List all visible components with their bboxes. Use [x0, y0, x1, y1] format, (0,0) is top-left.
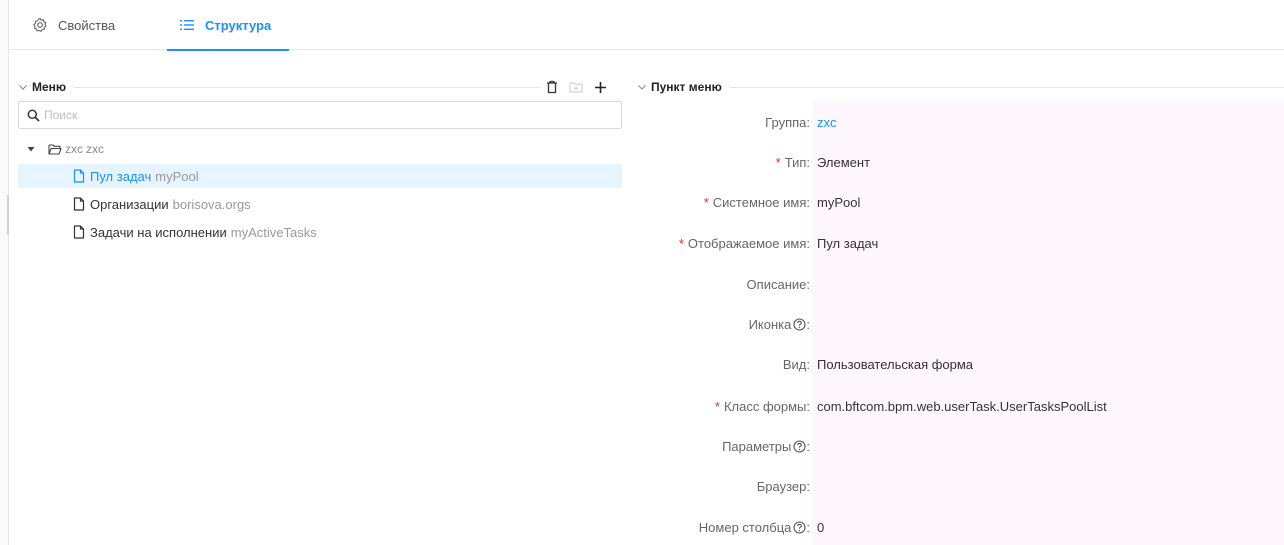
required-mark: *: [703, 194, 709, 210]
property-row: Иконка:: [637, 314, 1284, 334]
property-label-text: Описание: [746, 276, 807, 292]
property-label: Описание:: [637, 277, 810, 292]
add-item-button[interactable]: [591, 78, 609, 96]
property-value[interactable]: com.bftcom.bpm.web.userTask.UserTasksPoo…: [810, 399, 1107, 414]
search-box[interactable]: [18, 101, 622, 129]
menu-section-header[interactable]: Меню: [18, 79, 540, 95]
tree-item[interactable]: Организации borisova.orgs: [18, 192, 251, 216]
file-icon: [73, 197, 85, 211]
item-section-title: Пункт меню: [651, 80, 722, 94]
folder-add-icon: [569, 82, 583, 93]
tree-item[interactable]: Задачи на исполнении myActiveTasks: [18, 220, 317, 244]
property-value[interactable]: 0: [810, 520, 824, 535]
property-label-text: Браузер: [756, 478, 807, 494]
property-label-text: Параметры: [722, 438, 792, 454]
property-row: Номер столбца:0: [637, 517, 1284, 537]
label-colon: :: [806, 478, 810, 494]
property-label: * Отображаемое имя:: [637, 236, 810, 251]
property-label-text: Группа: [765, 114, 807, 130]
property-row: Браузер:: [637, 476, 1284, 496]
required-mark: *: [678, 235, 684, 251]
property-row: * Отображаемое имя: Пул задач: [637, 233, 1284, 253]
folder-open-icon: [48, 144, 62, 155]
tree-item-code: borisova.orgs: [172, 196, 251, 212]
delete-button[interactable]: [543, 78, 561, 96]
property-label-text: Иконка: [748, 316, 792, 332]
property-label-text: Номер столбца: [698, 519, 792, 535]
property-row: * Класс формы: com.bftcom.bpm.web.userTask…: [637, 396, 1284, 416]
add-folder-button[interactable]: [567, 78, 585, 96]
property-label: Браузер:: [637, 479, 810, 494]
tab-structure-label: Структура: [205, 17, 272, 33]
tree-node-name: zxc: [65, 142, 83, 156]
property-label: Группа:: [637, 115, 810, 130]
property-value[interactable]: Элемент: [810, 155, 870, 170]
property-label-text: Класс формы: [723, 398, 807, 414]
help-icon[interactable]: [793, 520, 806, 534]
menu-toolbar: [543, 78, 615, 96]
chevron-down-icon: [19, 85, 27, 90]
tab-structure[interactable]: Структура: [167, 0, 289, 51]
left-rail: [0, 0, 9, 545]
file-icon: [73, 225, 85, 239]
label-colon: :: [806, 316, 810, 332]
tree-item-code: myActiveTasks: [230, 224, 317, 240]
property-label: Номер столбца:: [637, 520, 810, 535]
search-input[interactable]: [44, 108, 604, 122]
help-icon[interactable]: [793, 439, 806, 453]
property-label-text: Системное имя: [712, 194, 807, 210]
property-label: * Системное имя:: [637, 195, 810, 210]
label-colon: :: [806, 276, 810, 292]
tree-item-name: Задачи на исполнении: [90, 224, 227, 240]
property-row: * Тип: Элемент: [637, 152, 1284, 172]
tab-properties-label: Свойства: [58, 17, 116, 33]
property-label: Иконка:: [637, 317, 810, 332]
tree-node-group[interactable]: zxc zxc: [18, 137, 104, 161]
tree-item[interactable]: Пул задач myPool: [18, 164, 622, 188]
tree-item-name: Пул задач: [90, 168, 152, 184]
property-label: * Класс формы:: [637, 399, 810, 414]
chevron-down-icon: [638, 85, 646, 90]
property-label: Параметры:: [637, 439, 810, 454]
property-row: Описание:: [637, 274, 1284, 294]
property-label: Вид:: [637, 357, 810, 372]
file-icon: [73, 169, 85, 183]
tree-item-code: myPool: [155, 168, 199, 184]
required-mark: *: [714, 398, 720, 414]
divider: [74, 86, 540, 88]
trash-icon: [547, 80, 557, 94]
property-row: Группа: zxc: [637, 112, 1284, 132]
property-value[interactable]: zxc: [810, 115, 837, 130]
property-value[interactable]: Пользовательская форма: [810, 357, 973, 372]
property-row: Вид: Пользовательская форма: [637, 354, 1284, 374]
property-value[interactable]: myPool: [810, 195, 860, 210]
tab-properties[interactable]: Свойства: [32, 0, 115, 50]
property-value[interactable]: Пул задач: [810, 236, 878, 251]
divider: [729, 86, 1284, 88]
tab-bar: Свойства Структура: [10, 0, 1284, 51]
property-label: * Тип:: [637, 155, 810, 170]
property-label-text: Вид: [782, 356, 807, 372]
active-tab-indicator: [167, 49, 289, 51]
tree-item-name: Организации: [90, 196, 169, 212]
help-icon[interactable]: [793, 317, 806, 331]
menu-section-title: Меню: [32, 80, 67, 94]
caret-down-icon[interactable]: [26, 144, 36, 154]
label-colon: :: [806, 438, 810, 454]
plus-icon: [594, 81, 606, 93]
property-label-text: Тип: [784, 154, 807, 170]
rail-marker: [7, 195, 9, 235]
item-section-header[interactable]: Пункт меню: [637, 79, 1284, 95]
property-label-text: Отображаемое имя: [687, 235, 807, 251]
property-row: Параметры:: [637, 436, 1284, 456]
gear-icon: [33, 17, 47, 32]
list-icon: [180, 20, 194, 30]
search-icon: [27, 109, 40, 122]
required-mark: *: [775, 154, 781, 170]
property-row: * Системное имя: myPool: [637, 192, 1284, 212]
tree-node-code: zxc: [86, 142, 104, 156]
